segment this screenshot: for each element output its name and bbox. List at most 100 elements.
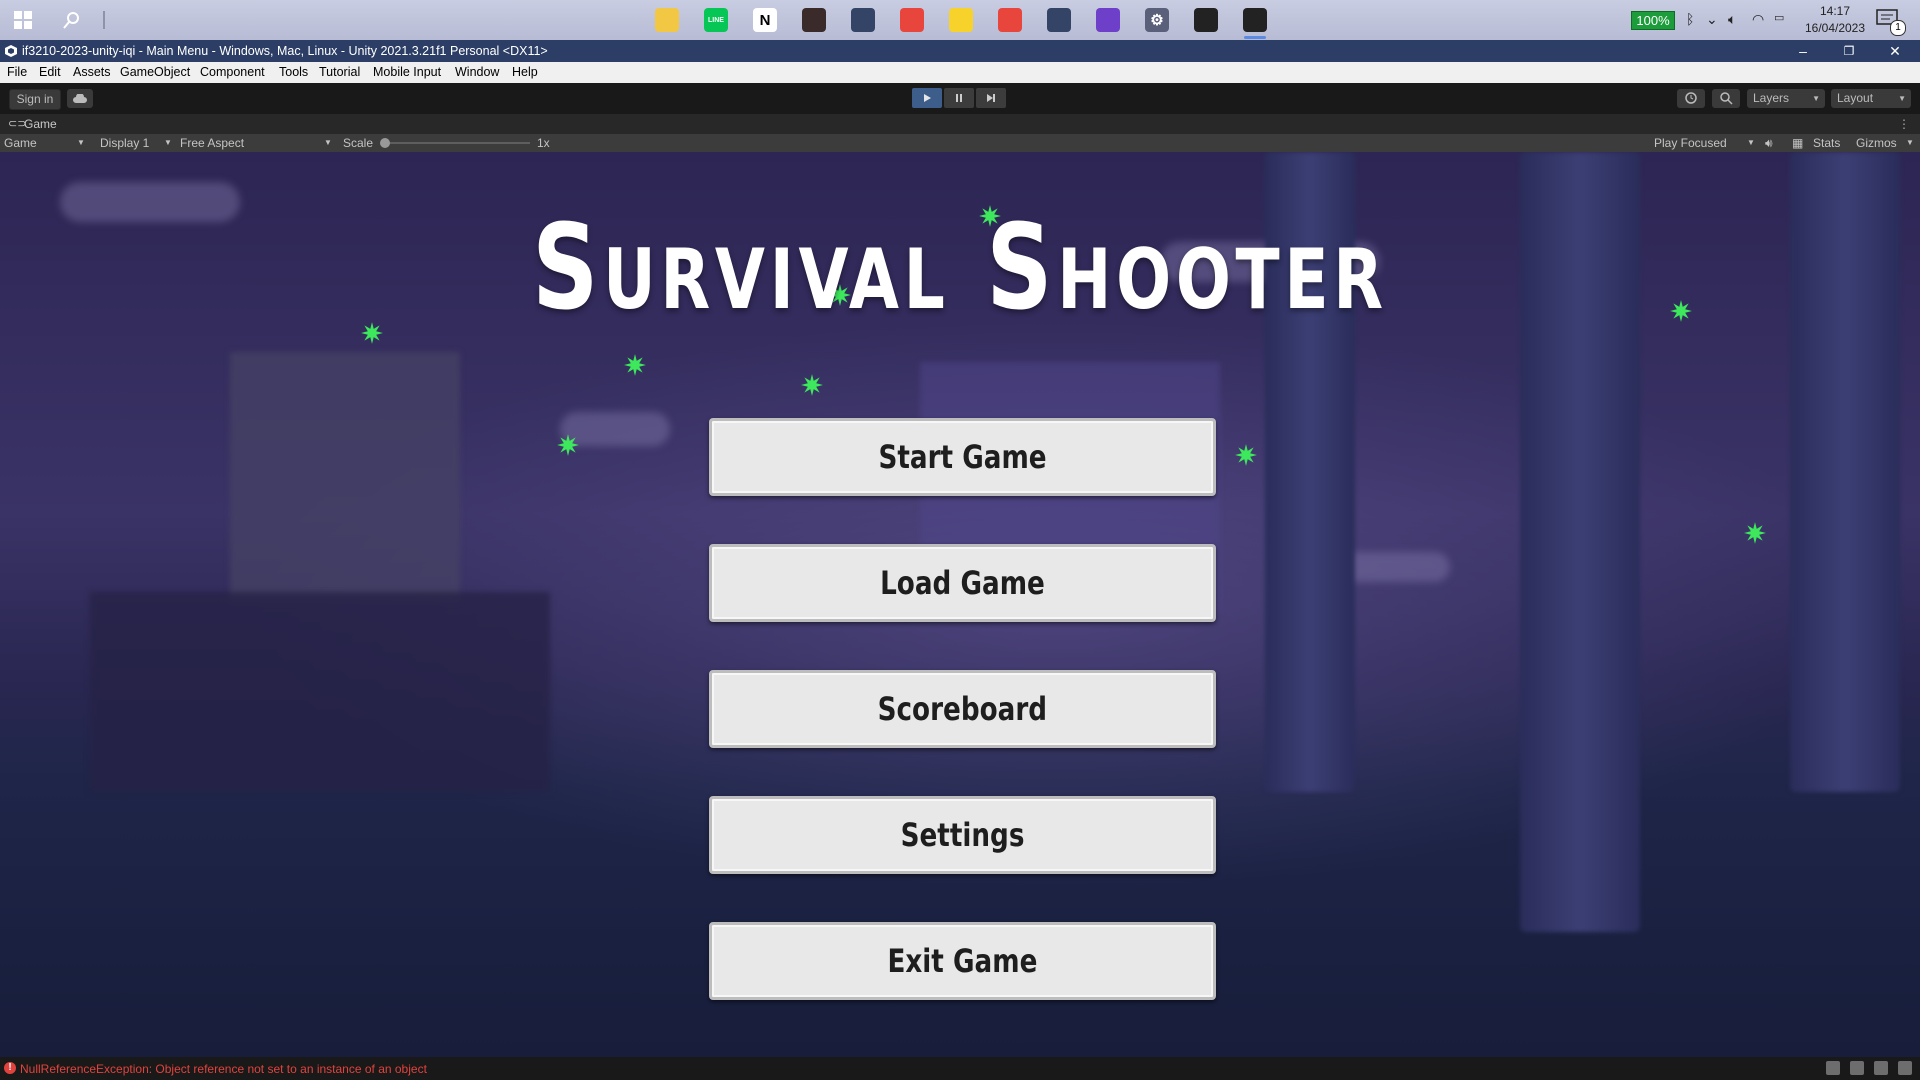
menu-file[interactable]: File xyxy=(7,65,27,79)
exit-game-button[interactable]: Exit Game xyxy=(709,922,1216,1000)
scoreboard-button[interactable]: Scoreboard xyxy=(709,670,1216,748)
game-view-toolbar: Game ▼ Display 1 ▼ Free Aspect ▼ Scale 1… xyxy=(0,134,1920,152)
tab-game-label: Game xyxy=(24,117,57,131)
chevron-down-icon: ▼ xyxy=(1812,94,1820,103)
search-button[interactable] xyxy=(1712,89,1740,108)
settings-label: Settings xyxy=(900,816,1025,854)
checkmark-icon[interactable] xyxy=(1898,1061,1912,1075)
start-game-button[interactable]: Start Game xyxy=(709,418,1216,496)
gizmos-button[interactable]: Gizmos xyxy=(1856,134,1897,152)
unity-hub-icon[interactable] xyxy=(1189,4,1223,36)
chrome-icon-glyph xyxy=(900,8,924,32)
tab-game[interactable]: ⊂⊃ Game xyxy=(4,114,57,134)
menu-tools[interactable]: Tools xyxy=(279,65,308,79)
menu-gameobject[interactable]: GameObject xyxy=(120,65,190,79)
console-status-bar[interactable]: ! NullReferenceException: Object referen… xyxy=(0,1057,1920,1080)
magnifier-icon xyxy=(1720,92,1733,105)
console-error-message[interactable]: NullReferenceException: Object reference… xyxy=(20,1062,427,1076)
menu-tutorial[interactable]: Tutorial xyxy=(319,65,360,79)
scoreboard-label: Scoreboard xyxy=(877,690,1048,728)
scale-slider-knob[interactable] xyxy=(380,138,390,148)
load-game-label: Load Game xyxy=(880,564,1045,602)
game-tab-bar: ⊂⊃ Game ⋮ xyxy=(0,114,1920,134)
windows-start-icon[interactable] xyxy=(9,6,37,34)
menu-window[interactable]: Window xyxy=(455,65,499,79)
cache-icon[interactable] xyxy=(1874,1061,1888,1075)
line-app-icon[interactable]: LINE xyxy=(699,4,733,36)
menu-assets[interactable]: Assets xyxy=(73,65,111,79)
battery-indicator[interactable]: 100% xyxy=(1631,11,1675,30)
game-character-icon[interactable] xyxy=(797,4,831,36)
aspect-dropdown[interactable]: Free Aspect xyxy=(180,134,244,152)
chrome-icon[interactable] xyxy=(895,4,929,36)
mute-audio-icon[interactable]: 🔊︎ xyxy=(1765,134,1773,152)
step-button[interactable] xyxy=(976,88,1006,108)
game-viewport[interactable]: Survival Shooter Start Game Load Game Sc… xyxy=(0,152,1920,1057)
sticky-notes-icon-glyph xyxy=(949,8,973,32)
game-app-2-icon[interactable] xyxy=(1042,4,1076,36)
file-explorer-icon[interactable] xyxy=(650,4,684,36)
exit-game-label: Exit Game xyxy=(887,942,1038,980)
game-app-icon[interactable] xyxy=(846,4,880,36)
restore-icon[interactable]: ❐ xyxy=(1826,40,1872,62)
menu-component[interactable]: Component xyxy=(200,65,265,79)
layout-label: Layout xyxy=(1837,91,1874,105)
play-focused-dropdown[interactable]: Play Focused xyxy=(1654,134,1727,152)
game-app-icon-glyph xyxy=(851,8,875,32)
game-title: Survival Shooter xyxy=(532,198,1388,336)
pause-button[interactable] xyxy=(944,88,974,108)
sticky-notes-icon[interactable] xyxy=(944,4,978,36)
menu-help[interactable]: Help xyxy=(512,65,538,79)
system-clock[interactable]: 14:17 16/04/2023 xyxy=(1800,3,1870,37)
menu-edit[interactable]: Edit xyxy=(39,65,61,79)
chevron-up-icon[interactable]: ⌄ xyxy=(1706,11,1718,28)
scale-slider-track[interactable] xyxy=(385,142,530,144)
chevron-down-icon[interactable]: ▼ xyxy=(1906,134,1914,152)
stats-button[interactable]: Stats xyxy=(1813,134,1840,152)
layers-dropdown[interactable]: Layers ▼ xyxy=(1747,89,1825,108)
history-button[interactable] xyxy=(1677,89,1705,108)
wifi-icon[interactable]: ◠ xyxy=(1752,11,1764,28)
chevron-down-icon: ▼ xyxy=(1898,94,1906,103)
green-star-icon xyxy=(1233,442,1259,468)
close-icon[interactable]: ✕ xyxy=(1872,40,1918,62)
game-app-2-icon-glyph xyxy=(1047,8,1071,32)
chevron-down-icon[interactable]: ▼ xyxy=(324,134,332,152)
cloud-icon[interactable] xyxy=(67,89,93,108)
unity-toolbar: Sign in Layers ▼ Layout ▼ xyxy=(0,83,1920,114)
stats-grid-icon[interactable]: ▦ xyxy=(1792,134,1803,152)
progress-icon[interactable] xyxy=(1850,1061,1864,1075)
gamepad-icon: ⊂⊃ xyxy=(8,118,27,130)
notion-icon[interactable]: N xyxy=(748,4,782,36)
unity-editor-icon[interactable] xyxy=(1238,4,1272,39)
notification-badge: 1 xyxy=(1890,20,1906,36)
pause-icon xyxy=(956,94,962,102)
sign-in-button[interactable]: Sign in xyxy=(9,89,61,110)
clock-time: 14:17 xyxy=(1819,4,1851,18)
green-star-icon xyxy=(622,352,648,378)
unity-logo-icon xyxy=(5,45,17,57)
chrome-profile-icon[interactable] xyxy=(993,4,1027,36)
kebab-menu-icon[interactable]: ⋮ xyxy=(1898,117,1910,131)
settings-icon[interactable]: ⚙ xyxy=(1140,4,1174,36)
game-character-icon-glyph xyxy=(802,8,826,32)
github-desktop-icon[interactable] xyxy=(1091,4,1125,36)
play-button[interactable] xyxy=(912,88,942,108)
minimize-icon[interactable]: – xyxy=(1780,40,1826,62)
search-icon[interactable] xyxy=(58,6,86,34)
chevron-down-icon[interactable]: ▼ xyxy=(164,134,172,152)
display-dropdown[interactable]: Display 1 xyxy=(100,134,149,152)
view-mode-dropdown[interactable]: Game xyxy=(4,134,37,152)
power-icon[interactable]: ▭ xyxy=(1774,11,1784,24)
layout-dropdown[interactable]: Layout ▼ xyxy=(1831,89,1911,108)
debug-icon[interactable] xyxy=(1826,1061,1840,1075)
volume-icon[interactable]: 🔈︎ xyxy=(1728,11,1736,28)
chevron-down-icon[interactable]: ▼ xyxy=(77,134,85,152)
chevron-down-icon[interactable]: ▼ xyxy=(1747,134,1755,152)
load-game-button[interactable]: Load Game xyxy=(709,544,1216,622)
taskbar-divider xyxy=(103,11,105,29)
menu-mobile-input[interactable]: Mobile Input xyxy=(373,65,441,79)
green-star-icon xyxy=(1742,520,1768,546)
settings-button[interactable]: Settings xyxy=(709,796,1216,874)
bluetooth-icon[interactable]: ᛒ xyxy=(1686,11,1694,27)
